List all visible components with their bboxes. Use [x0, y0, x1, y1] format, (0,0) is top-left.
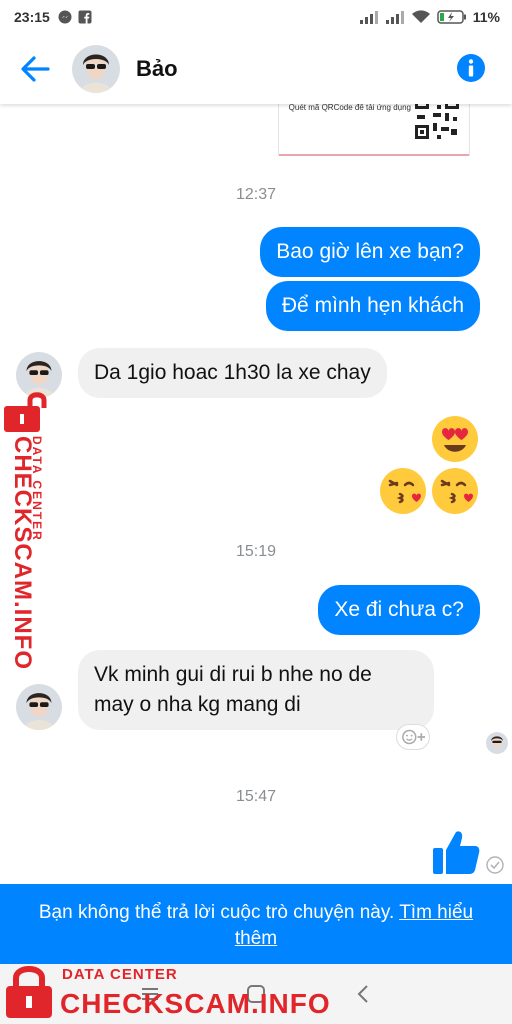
delivered-check-icon — [486, 856, 504, 874]
timestamp: 15:47 — [235, 788, 277, 805]
avatar-image — [16, 684, 62, 730]
timestamp: 12:37 — [235, 186, 277, 203]
message-line: Vk minh gui di rui b nhe no de — [94, 663, 372, 686]
contact-avatar[interactable] — [72, 45, 120, 93]
watermark-label: DATA CENTER — [62, 966, 178, 983]
lock-icon — [6, 966, 52, 1018]
watermark-label: DATA CENTER — [30, 436, 44, 542]
battery-percent: 11% — [472, 9, 500, 25]
battery-charging-icon — [437, 10, 466, 24]
outgoing-message[interactable]: Xe đi chưa c? — [318, 585, 480, 635]
cannot-reply-banner: Bạn không thể trả lời cuộc trò chuyện nà… — [0, 884, 512, 964]
status-right: 11% — [359, 0, 500, 34]
timestamp: 15:19 — [235, 543, 277, 560]
conversation-header: Bảo — [0, 34, 512, 104]
facebook-icon — [78, 10, 92, 24]
qr-caption: Quét mã QRCode để tải ứng dụng — [288, 104, 411, 112]
messenger-icon — [58, 10, 72, 24]
outgoing-message[interactable]: Để mình hẹn khách — [265, 281, 480, 331]
shared-image-card[interactable]: Quét mã QRCode để tải ứng dụng — [278, 104, 470, 156]
status-time: 23:15 — [14, 9, 50, 25]
banner-text: Bạn không thể trả lời cuộc trò chuyện nà… — [38, 902, 400, 923]
seen-avatar — [486, 732, 508, 754]
incoming-message[interactable]: Da 1gio hoac 1h30 la xe chay — [78, 348, 387, 398]
wifi-icon — [411, 10, 430, 23]
back-nav-icon[interactable] — [352, 982, 376, 1006]
lock-icon — [4, 392, 47, 432]
thumbs-up-icon[interactable] — [430, 826, 482, 878]
signal-icon — [359, 11, 378, 24]
qr-code-icon — [413, 104, 461, 141]
outgoing-message[interactable]: Bao giờ lên xe bạn? — [260, 227, 480, 277]
info-icon[interactable] — [456, 53, 486, 83]
arrow-left-icon[interactable] — [18, 52, 52, 86]
contact-name[interactable]: Bảo — [136, 56, 178, 82]
add-reaction-icon[interactable] — [396, 724, 430, 750]
kissing-heart-emoji[interactable] — [378, 466, 428, 516]
kissing-heart-emoji[interactable] — [430, 466, 480, 516]
sender-avatar[interactable] — [16, 684, 62, 730]
status-bar: 23:15 11% — [0, 0, 512, 34]
avatar-image — [72, 45, 120, 93]
incoming-message[interactable]: Vk minh gui di rui b nhe no de may o nha… — [78, 650, 434, 730]
message-line: may o nha kg mang di — [94, 693, 301, 716]
checkscam-watermark-side: CHECKSCAM.INFO DATA CENTER — [2, 388, 62, 670]
avatar-image — [486, 732, 508, 754]
message-list[interactable]: Quét mã QRCode để tải ứng dụng 12:37 Bao… — [0, 104, 512, 884]
watermark-brand: CHECKSCAM.INFO — [60, 988, 331, 1019]
heart-eyes-emoji[interactable] — [430, 414, 480, 464]
signal-icon — [385, 11, 404, 24]
